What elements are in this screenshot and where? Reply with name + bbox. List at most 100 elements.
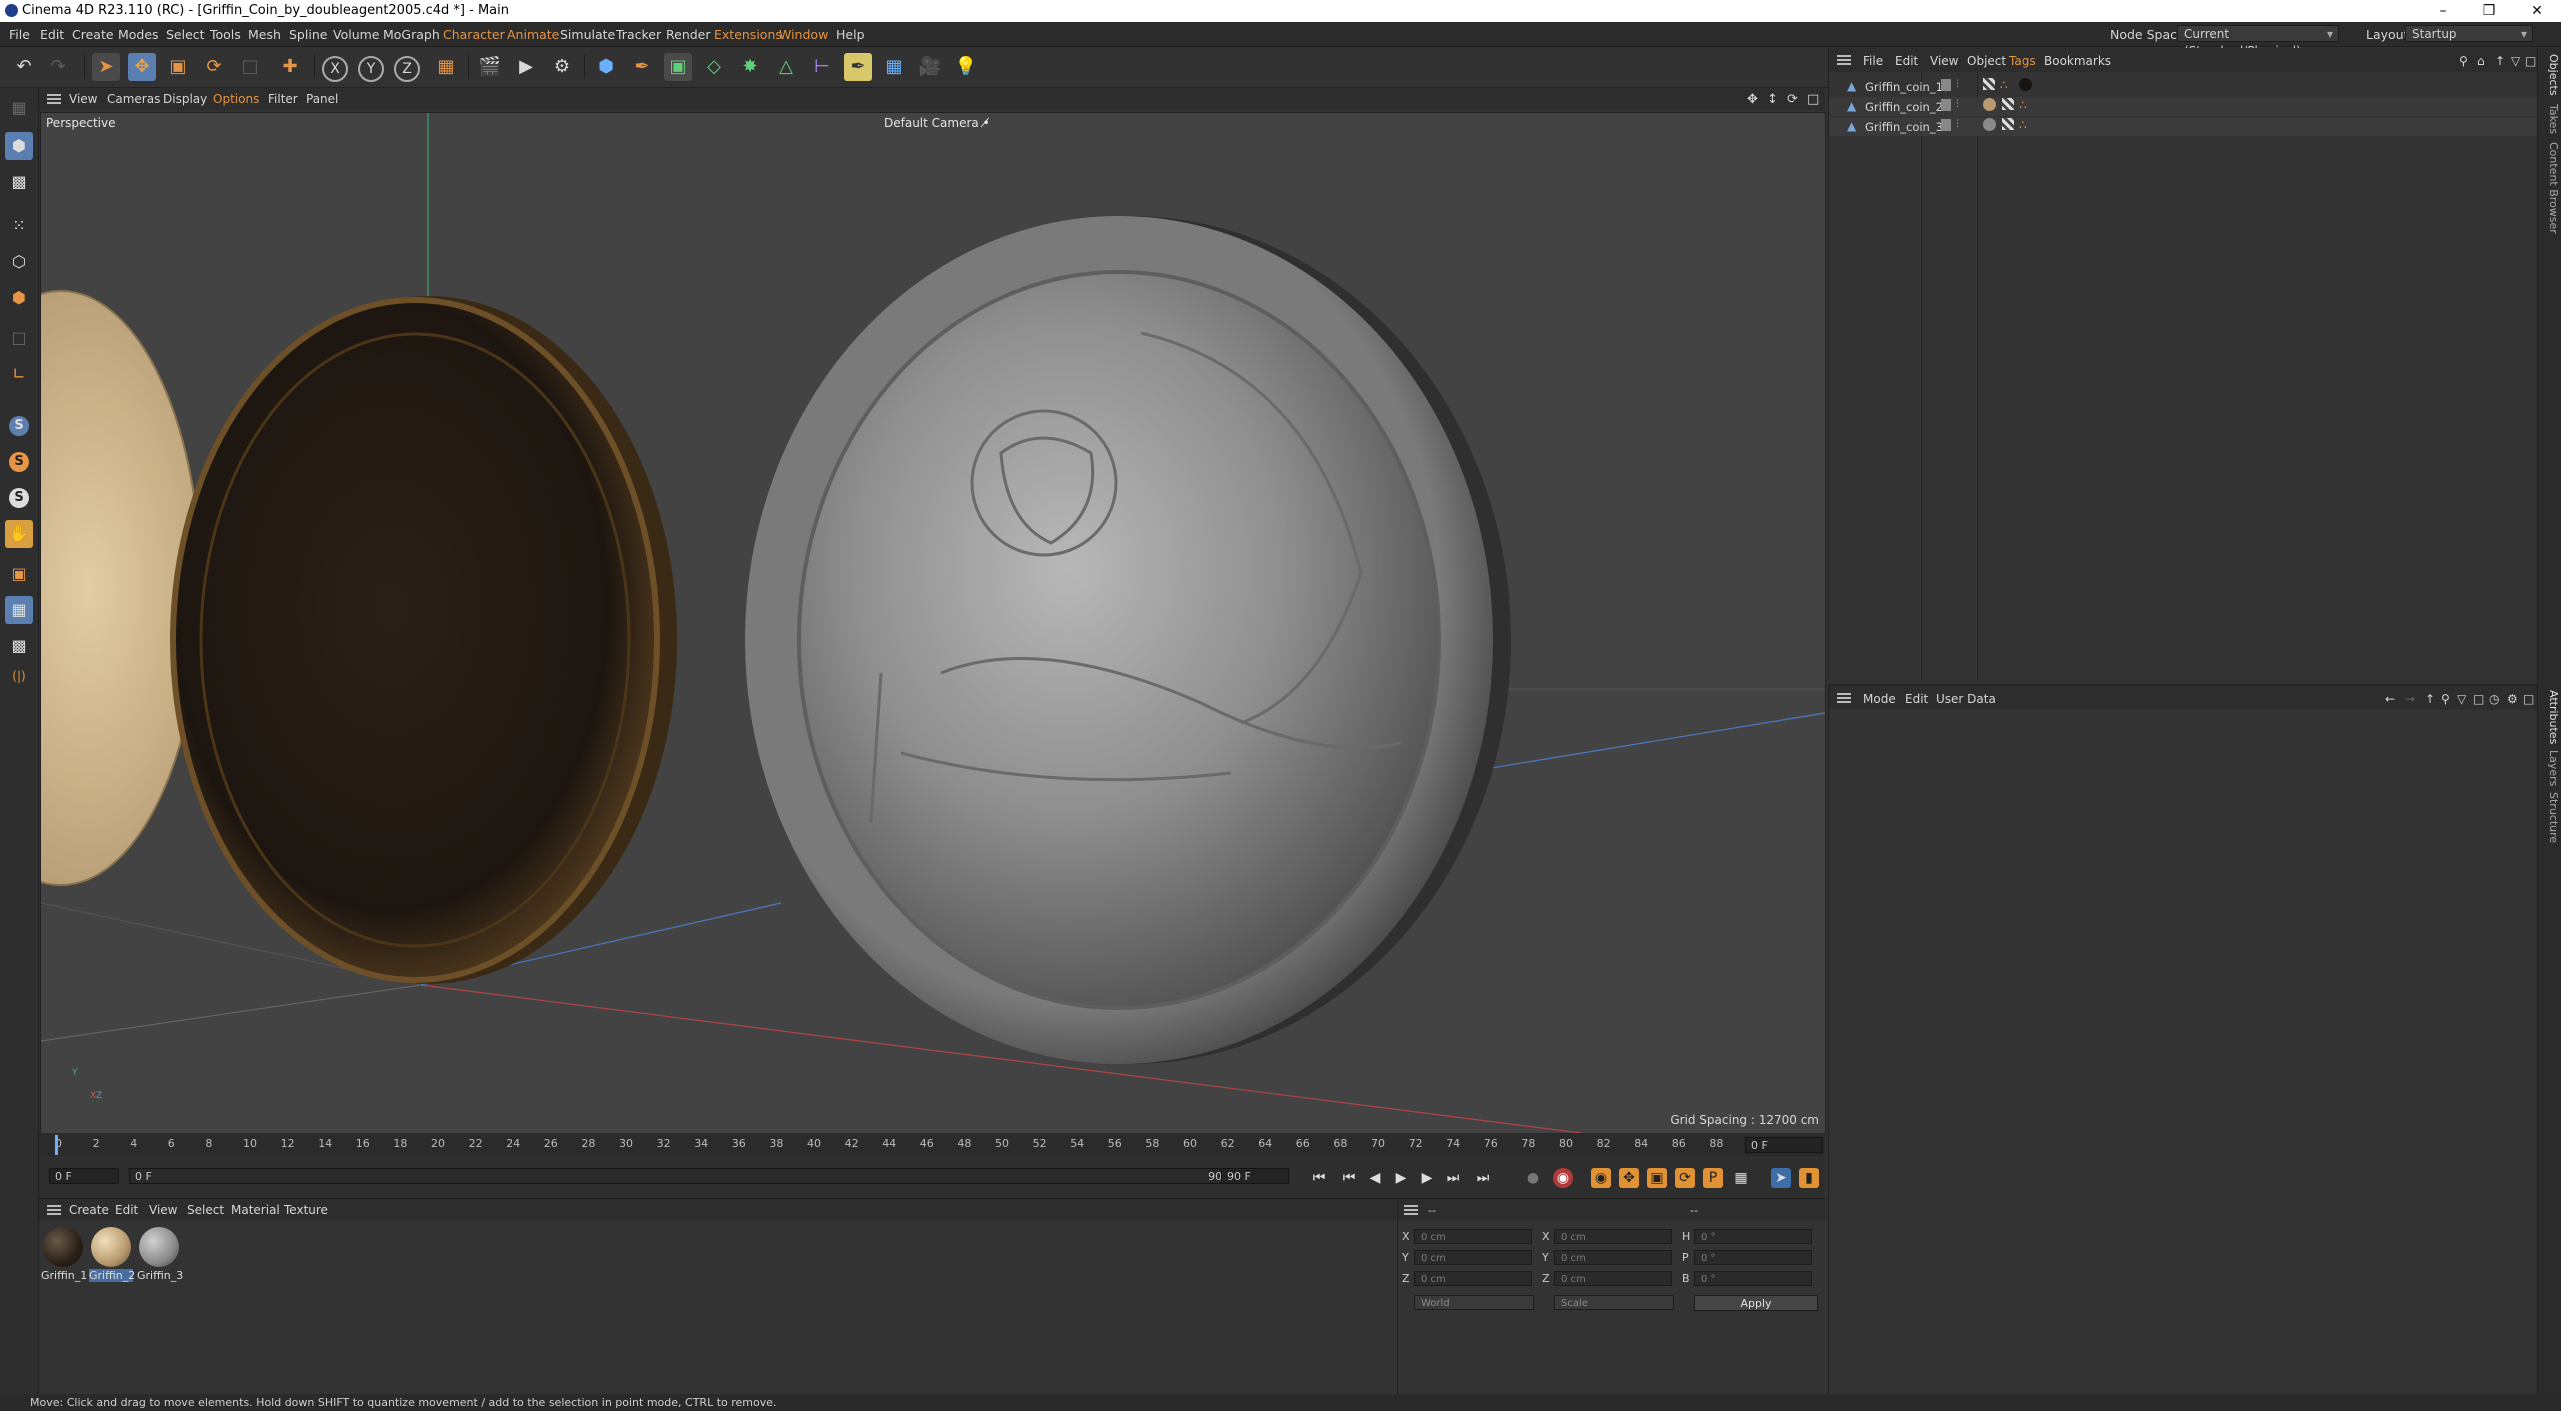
menu-extensions[interactable]: Extensions xyxy=(714,27,782,42)
model-mode-button[interactable]: ⬢ xyxy=(5,132,33,160)
menu-animate[interactable]: Animate xyxy=(507,27,559,42)
lock-x-axis-button[interactable]: X xyxy=(322,56,348,82)
next-frame-button[interactable]: ▶ xyxy=(1417,1168,1437,1188)
material-menu-texture[interactable]: Texture xyxy=(284,1203,328,1217)
layer-visibility-icon[interactable] xyxy=(1941,79,1951,91)
tab-structure[interactable]: Structure xyxy=(2540,792,2560,843)
coord-rot-h-field[interactable]: 0 ° xyxy=(1694,1229,1812,1244)
tab-layers[interactable]: Layers xyxy=(2540,750,2560,786)
object-menu-bookmarks[interactable]: Bookmarks xyxy=(2044,54,2111,68)
make-editable-button[interactable]: ▦ xyxy=(5,94,33,122)
menu-tools[interactable]: Tools xyxy=(210,27,241,42)
forward-arrow-icon[interactable]: → xyxy=(2405,692,2415,706)
solo-button[interactable]: (|) xyxy=(5,662,33,690)
autokey-button[interactable]: ◉ xyxy=(1553,1168,1573,1188)
settings-icon[interactable]: ⚙ xyxy=(2507,692,2518,706)
add-spline-button[interactable]: ✒ xyxy=(628,53,656,81)
material-menu-view[interactable]: View xyxy=(149,1203,177,1217)
coord-size-y-field[interactable]: 0 cm xyxy=(1554,1250,1672,1265)
material-menu-edit[interactable]: Edit xyxy=(115,1203,138,1217)
tab-objects[interactable]: Objects xyxy=(2540,54,2560,96)
layer-visibility-icon[interactable] xyxy=(1941,99,1951,111)
dolly-view-icon[interactable]: ↕ xyxy=(1767,92,1778,107)
transform-tool[interactable]: ✚ xyxy=(276,53,304,81)
snap-button[interactable]: S xyxy=(5,410,33,438)
add-floor-button[interactable]: ▦ xyxy=(880,53,908,81)
back-arrow-icon[interactable]: ← xyxy=(2385,692,2395,706)
go-to-end-button[interactable]: ⏭ xyxy=(1473,1168,1493,1188)
menu-mesh[interactable]: Mesh xyxy=(248,27,281,42)
tweak-mode-button[interactable]: ✋ xyxy=(5,520,33,548)
layout-dropdown[interactable]: Startup xyxy=(2405,25,2533,43)
menu-file[interactable]: File xyxy=(9,27,30,42)
3d-viewport[interactable]: Perspective Default Camera •̸ Y X Z Grid… xyxy=(40,112,1826,1134)
add-extrude-button[interactable]: ◇ xyxy=(700,53,728,81)
viewport-menu-display[interactable]: Display xyxy=(163,92,207,106)
timeline-ruler[interactable]: 0 2 4 6 8 10 12 14 16 18 20 22 24 26 28 30 32 34 36 38 40 42 4… xyxy=(39,1133,1825,1157)
object-row[interactable]: ▲ Griffin_coin_3 ⋮ ∴ xyxy=(1829,117,2537,136)
key-scale-button[interactable]: ▣ xyxy=(1647,1168,1667,1188)
coord-space-dropdown[interactable]: World xyxy=(1414,1295,1534,1310)
go-to-start-button[interactable]: ⏮ xyxy=(1309,1168,1329,1188)
menu-create[interactable]: Create xyxy=(72,27,114,42)
add-camera-button[interactable]: 🎥 xyxy=(916,53,944,81)
next-key-button[interactable]: ⏭ xyxy=(1443,1168,1463,1188)
polygons-mode-button[interactable]: ⬢ xyxy=(5,284,33,312)
add-mograph-button[interactable]: ✸ xyxy=(736,53,764,81)
uv-mode-button[interactable]: □ xyxy=(5,324,33,352)
key-rotation-button[interactable]: ⟳ xyxy=(1675,1168,1695,1188)
play-button[interactable]: ▶ xyxy=(1391,1168,1411,1188)
add-light-button[interactable]: 💡 xyxy=(952,53,980,81)
rotate-view-icon[interactable]: ⟳ xyxy=(1787,92,1798,107)
hamburger-icon[interactable] xyxy=(47,1205,61,1215)
menu-render[interactable]: Render xyxy=(666,27,711,42)
menu-help[interactable]: Help xyxy=(836,27,865,42)
viewport-menu-view[interactable]: View xyxy=(69,92,97,106)
close-button[interactable]: ✕ xyxy=(2514,0,2560,22)
texture-mode-button[interactable]: ▩ xyxy=(5,168,33,196)
uvw-tag-icon[interactable] xyxy=(1983,78,1995,90)
layer-visibility-icon[interactable] xyxy=(1941,119,1951,131)
scale-tool[interactable]: ▣ xyxy=(164,53,192,81)
uvw-tag-icon[interactable] xyxy=(2002,118,2014,130)
quantize-button[interactable]: S xyxy=(5,482,33,510)
viewport-menu-panel[interactable]: Panel xyxy=(306,92,338,106)
add-tag-button[interactable]: ✒ xyxy=(844,53,872,81)
phong-tag-icon[interactable]: ∴ xyxy=(2019,118,2027,132)
coord-pos-z-field[interactable]: 0 cm xyxy=(1414,1271,1532,1286)
previous-key-button[interactable]: ⏮ xyxy=(1339,1168,1359,1188)
menu-character[interactable]: Character xyxy=(443,27,505,42)
search-icon[interactable]: ⚲ xyxy=(2459,54,2468,68)
home-icon[interactable]: ⌂ xyxy=(2477,54,2485,68)
timeline-window-button[interactable]: ▮ xyxy=(1799,1168,1819,1188)
snap-settings-button[interactable]: S xyxy=(5,446,33,474)
select-arrow-tool[interactable]: ➤ xyxy=(92,53,120,81)
apply-button[interactable]: Apply xyxy=(1694,1295,1818,1311)
phong-tag-icon[interactable]: ∴ xyxy=(2019,98,2027,112)
tab-content-browser[interactable]: Content Browser xyxy=(2540,142,2560,234)
render-settings-button[interactable]: ⚙ xyxy=(548,53,576,81)
attribute-menu-edit[interactable]: Edit xyxy=(1905,692,1928,706)
editor-render-dots-icon[interactable]: ⋮ xyxy=(1953,119,1962,129)
search-icon[interactable]: ⚲ xyxy=(2441,692,2450,706)
material-tag-icon[interactable] xyxy=(1983,98,1996,111)
menu-window[interactable]: Window xyxy=(779,27,828,42)
up-arrow-icon[interactable]: ↑ xyxy=(2495,54,2505,68)
grid-workplane-button[interactable]: ▦ xyxy=(5,596,33,624)
coord-mode-dropdown[interactable]: Scale xyxy=(1554,1295,1674,1310)
material-swatch-griffin-3[interactable]: Griffin_3 xyxy=(137,1227,183,1282)
live-selection-tool[interactable]: □ xyxy=(236,53,264,81)
new-window-icon[interactable]: □ xyxy=(2525,54,2536,68)
menu-spline[interactable]: Spline xyxy=(289,27,327,42)
uvw-tag-icon[interactable] xyxy=(2002,98,2014,110)
add-deformer-button[interactable]: △ xyxy=(772,53,800,81)
add-field-button[interactable]: ⊢ xyxy=(808,53,836,81)
tab-takes[interactable]: Takes xyxy=(2540,104,2560,134)
timeline-current-frame[interactable]: 0 F xyxy=(1745,1137,1823,1153)
maximize-button[interactable]: ❒ xyxy=(2466,0,2512,22)
object-menu-tags[interactable]: Tags xyxy=(2009,54,2036,68)
viewport-menu-options[interactable]: Options xyxy=(213,92,259,106)
motion-system-button[interactable]: ➤ xyxy=(1771,1168,1791,1188)
rotate-tool[interactable]: ⟳ xyxy=(200,53,228,81)
minimize-button[interactable]: – xyxy=(2420,0,2466,22)
